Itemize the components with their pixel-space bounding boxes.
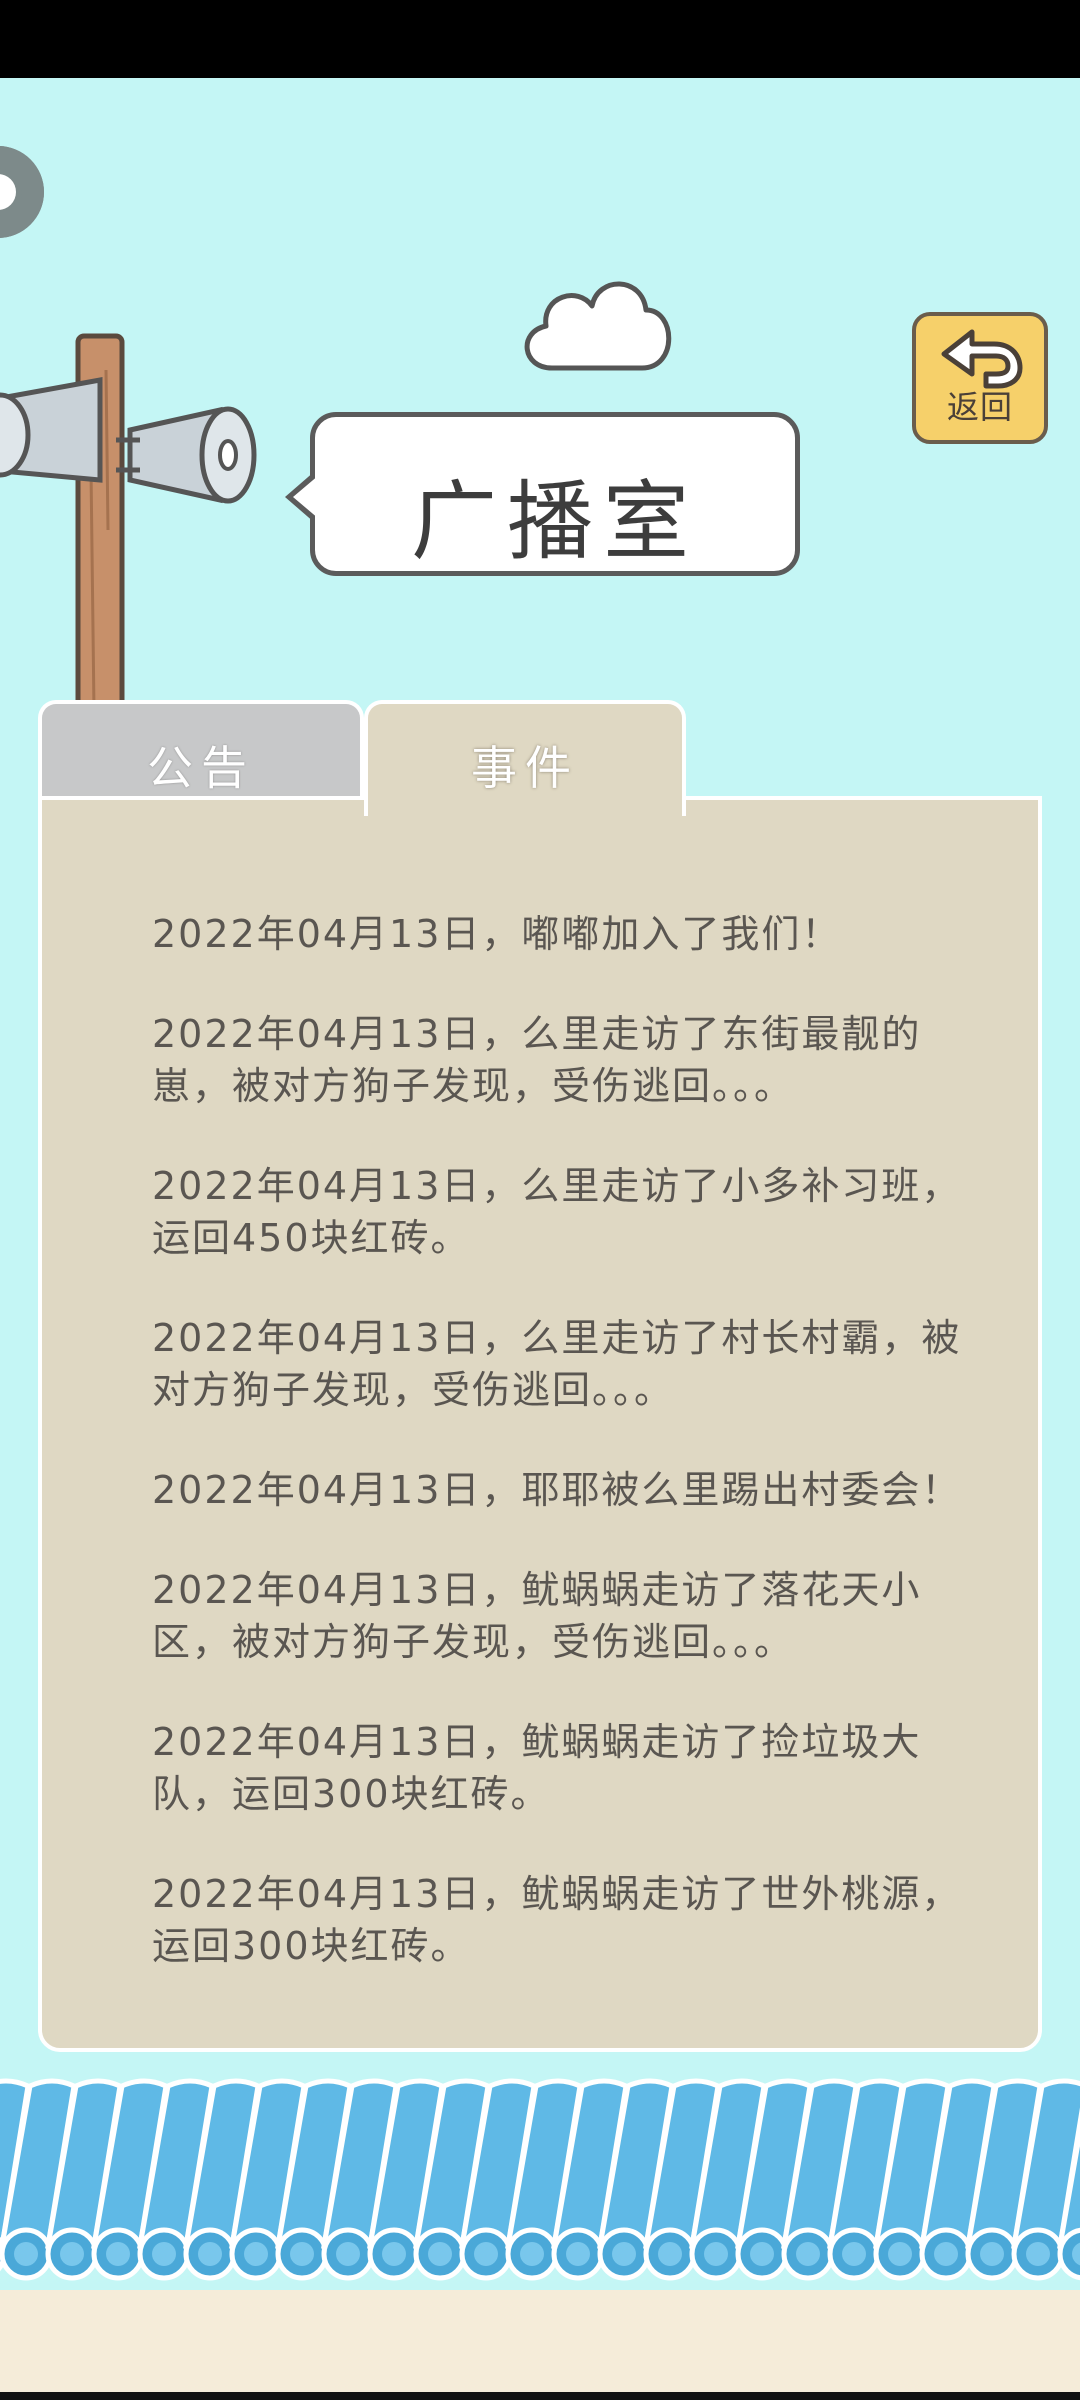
event-item: 2022年04月13日，鱿蜗蜗走访了捡垃圾大队，运回300块红砖。 (152, 1720, 922, 1816)
event-item: 2022年04月13日，鱿蜗蜗走访了落花天小区，被对方狗子发现，受伤逃回。。。 (152, 1568, 922, 1664)
ground-floor (0, 2290, 1080, 2392)
tab-events[interactable]: 事件 (364, 700, 686, 816)
loudspeaker-icon (0, 333, 257, 720)
tab-events-label: 事件 (471, 741, 579, 795)
event-item: 2022年04月13日，么里走访了东街最靓的崽，被对方狗子发现，受伤逃回。。。 (152, 1012, 922, 1108)
event-item: 2022年04月13日，嘟嘟加入了我们！ (152, 912, 842, 956)
events-panel[interactable]: 2022年04月13日，嘟嘟加入了我们！ 2022年04月13日，么里走访了东街… (38, 796, 1042, 2052)
event-list: 2022年04月13日，嘟嘟加入了我们！ 2022年04月13日，么里走访了东街… (152, 908, 972, 2020)
event-item: 2022年04月13日，么里走访了村长村霸，被对方狗子发现，受伤逃回。。。 (152, 1316, 962, 1412)
status-bar (0, 0, 1080, 78)
tab-announcement[interactable]: 公告 (38, 700, 364, 810)
back-arrow-icon (941, 329, 1023, 389)
roof-tiles (0, 2078, 1080, 2281)
tab-announcement-label: 公告 (147, 741, 255, 795)
event-item: 2022年04月13日，耶耶被么里踢出村委会！ (152, 1468, 962, 1512)
cloud-icon (524, 281, 672, 371)
event-item: 2022年04月13日，么里走访了小多补习班，运回450块红砖。 (152, 1164, 962, 1260)
back-button-label: 返回 (946, 388, 1013, 426)
title-bubble: 广播室 (285, 412, 800, 576)
event-item: 2022年04月13日，鱿蜗蜗走访了世外桃源，运回300块红砖。 (152, 1872, 962, 1968)
page-title: 广播室 (411, 472, 699, 572)
back-button[interactable]: 返回 (912, 312, 1048, 444)
side-bubble-icon[interactable] (0, 146, 44, 238)
navigation-bar (0, 2392, 1080, 2400)
